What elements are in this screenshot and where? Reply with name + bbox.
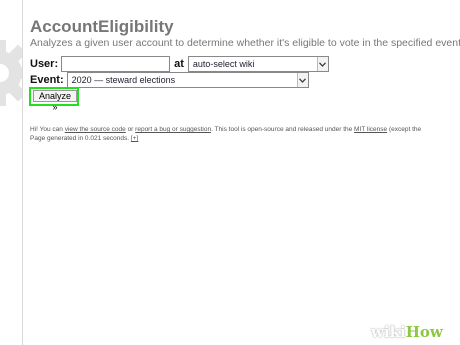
generated-text: Page generated in 0.021 seconds. [30, 135, 131, 142]
at-label: at [174, 58, 184, 70]
event-row: Event: 2020 — steward elections [30, 72, 309, 88]
wiki-select[interactable]: auto-select wiki [187, 56, 329, 72]
footer-line-1: Hi! You can view the source code or repo… [30, 125, 421, 134]
analyze-highlight: Analyze » [29, 87, 79, 112]
wikihow-logo-wiki: wiki [371, 323, 406, 341]
user-input[interactable] [61, 56, 171, 72]
page-left-border [22, 0, 23, 345]
license-link[interactable]: MIT license [354, 126, 387, 133]
report-bug-link[interactable]: report a bug or suggestion [135, 126, 211, 133]
gear-icon [0, 38, 22, 108]
user-row: User: at auto-select wiki [30, 56, 329, 72]
page-description: Analyzes a given user account to determi… [30, 37, 460, 49]
chevron-down-icon[interactable] [316, 57, 328, 71]
event-label: Event: [30, 74, 64, 86]
footer-line-2: Page generated in 0.021 seconds. [+] [30, 134, 421, 143]
event-select-value: 2020 — steward elections [71, 75, 176, 85]
view-source-link[interactable]: view the source code [65, 126, 126, 133]
wiki-select-value: auto-select wiki [192, 59, 255, 69]
wikihow-logo: wiki How [371, 323, 443, 341]
page-title: AccountEligibility [30, 17, 174, 36]
wikihow-logo-how: How [405, 323, 443, 341]
footer: Hi! You can view the source code or repo… [30, 125, 421, 143]
footer-text: (except the [387, 126, 422, 133]
footer-text: or [125, 126, 136, 133]
user-label: User: [30, 58, 59, 70]
chevron-down-icon[interactable] [296, 73, 308, 87]
event-select[interactable]: 2020 — steward elections [66, 72, 309, 88]
footer-text: Hi! You can [30, 126, 65, 133]
analyze-button[interactable]: Analyze » [33, 90, 77, 112]
expand-toggle[interactable]: [+] [131, 135, 138, 142]
footer-text: . This tool is open-source and released … [211, 126, 355, 133]
